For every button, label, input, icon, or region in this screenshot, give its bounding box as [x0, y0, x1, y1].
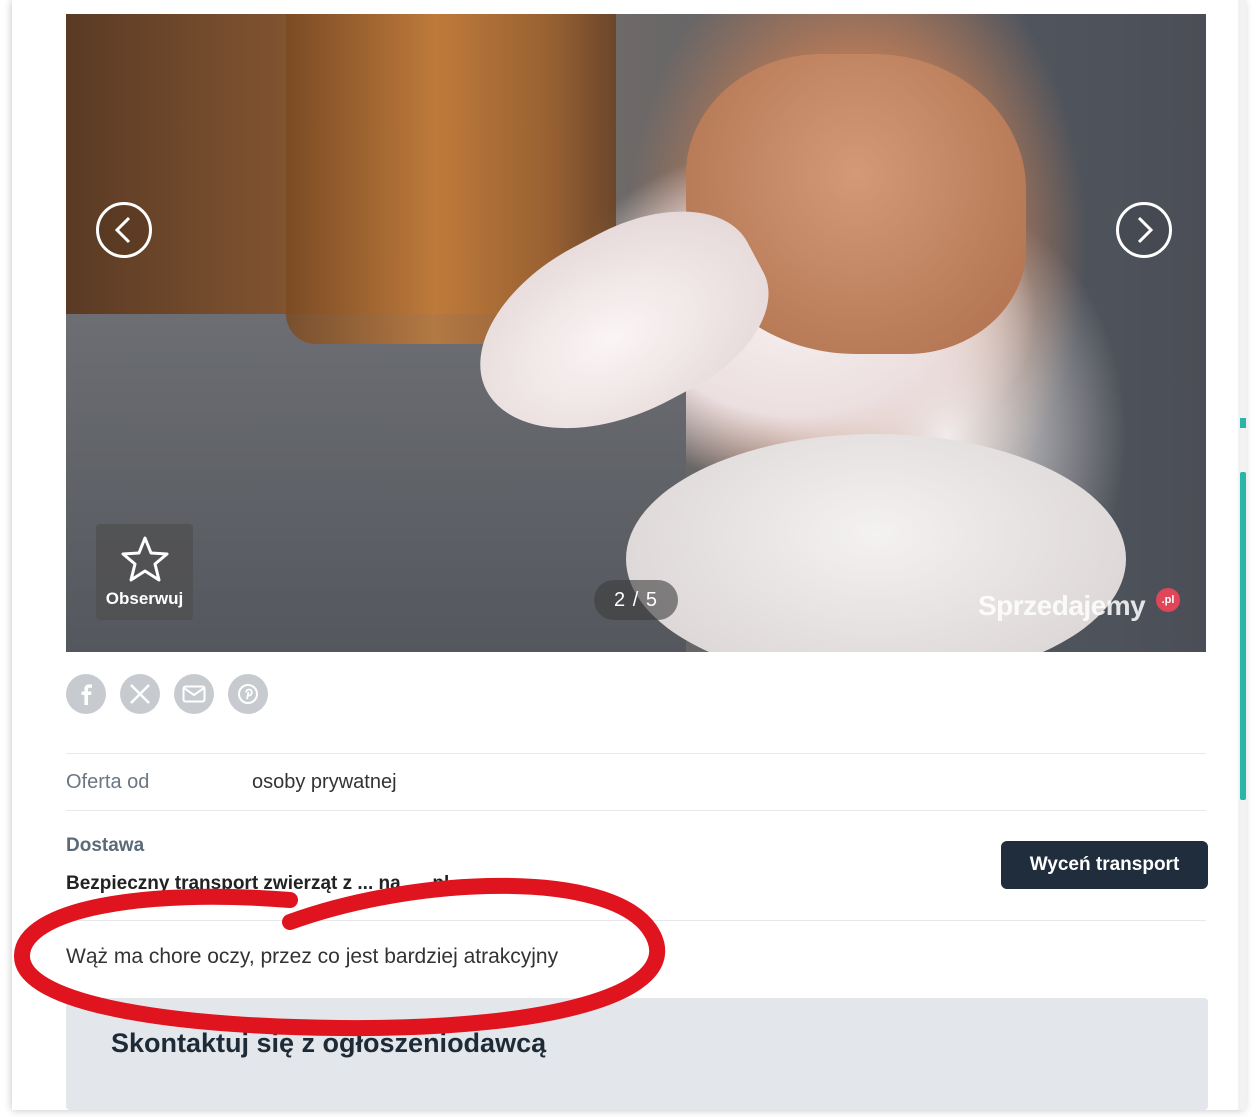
gallery-next-button[interactable]: [1116, 202, 1172, 258]
email-icon: [182, 685, 206, 703]
gallery-prev-button[interactable]: [96, 202, 152, 258]
scrollbar-thumb[interactable]: [1240, 472, 1246, 800]
photo-counter: 2 / 5: [594, 580, 678, 620]
divider: [66, 753, 1206, 754]
facebook-share-button[interactable]: [66, 674, 106, 714]
chevron-left-icon: [114, 216, 131, 244]
pinterest-icon: [238, 684, 258, 704]
pinterest-share-button[interactable]: [228, 674, 268, 714]
chevron-right-icon: [1137, 216, 1154, 244]
quote-transport-button[interactable]: Wyceń transport: [1001, 841, 1208, 889]
offer-from-label: Oferta od: [66, 771, 150, 793]
star-icon: [121, 536, 168, 582]
divider: [66, 920, 1206, 921]
scrollbar-marker: [1240, 418, 1246, 428]
delivery-text: Bezpieczny transport zwierząt z ... na .…: [66, 873, 450, 894]
facebook-icon: [81, 684, 92, 705]
ad-description: Wąż ma chore oczy, przez co jest bardzie…: [66, 945, 559, 968]
share-buttons: [66, 674, 268, 714]
x-share-button[interactable]: [120, 674, 160, 714]
follow-button[interactable]: Obserwuj: [96, 524, 193, 620]
watermark-logo: Sprzedajemy: [978, 590, 1146, 621]
follow-label: Obserwuj: [105, 589, 184, 608]
offer-from-value: osoby prywatnej: [252, 771, 397, 793]
watermark-logo-suffix: .pl: [1156, 588, 1180, 612]
x-icon: [130, 684, 150, 704]
email-share-button[interactable]: [174, 674, 214, 714]
delivery-title: Dostawa: [66, 835, 145, 856]
photo-gallery[interactable]: Obserwuj 2 / 5 Sprzedajemy .pl: [66, 14, 1206, 652]
divider: [66, 810, 1206, 811]
contact-title: Skontaktuj się z ogłoszeniodawcą: [111, 1028, 547, 1058]
